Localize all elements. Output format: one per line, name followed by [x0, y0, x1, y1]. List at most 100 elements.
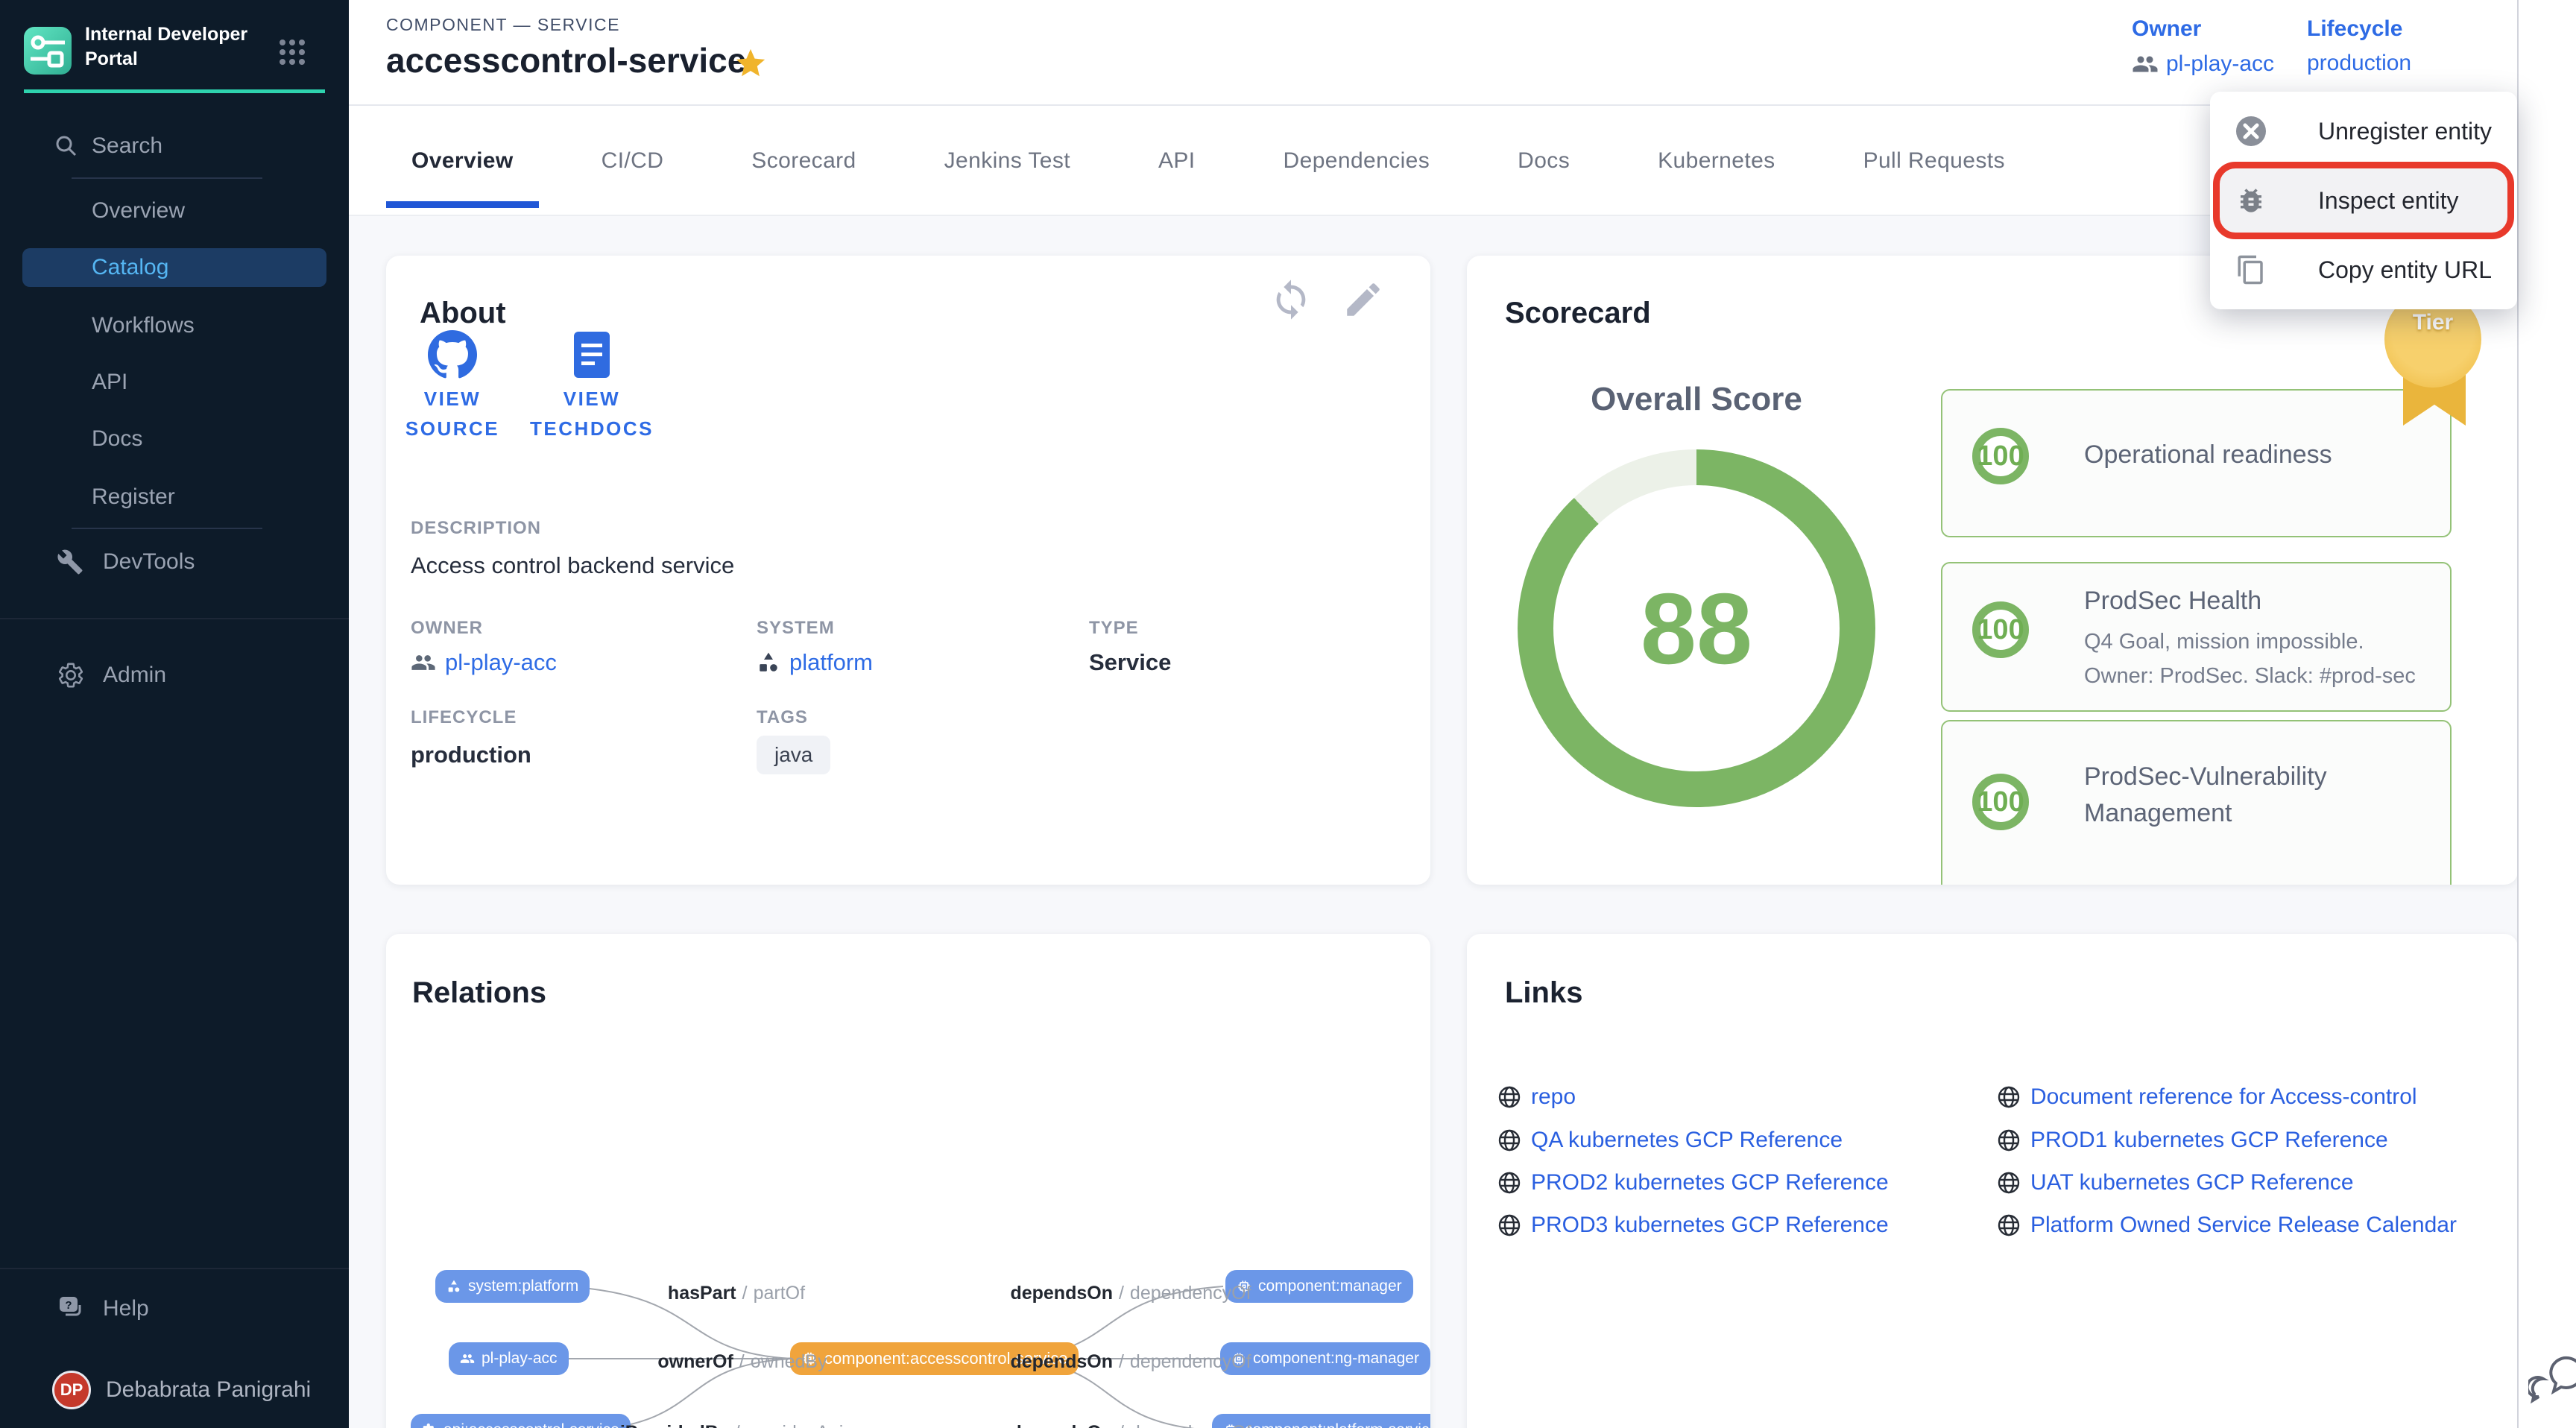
- lifecycle-field-label: LIFECYCLE: [411, 707, 517, 728]
- description-label: DESCRIPTION: [411, 518, 541, 539]
- sidebar-item-label: Search: [92, 133, 162, 159]
- favorite-star-icon[interactable]: [733, 46, 768, 84]
- tab-cicd[interactable]: CI/CD: [602, 148, 664, 174]
- tab-pull-requests[interactable]: Pull Requests: [1863, 148, 2005, 174]
- sidebar-section-divider: [0, 618, 349, 619]
- edit-pencil-icon[interactable]: [1342, 278, 1385, 325]
- sidebar-item-help[interactable]: ? Help: [0, 1288, 349, 1330]
- inspect-bug-icon: [2234, 185, 2268, 216]
- system-field-link[interactable]: platform: [757, 649, 873, 676]
- tab-jenkins-test[interactable]: Jenkins Test: [944, 148, 1070, 174]
- system-icon: [446, 1279, 461, 1294]
- scorecard-title: Scorecard: [1505, 297, 1651, 330]
- sidebar-accent-divider: [24, 89, 325, 93]
- badge-score-ring: 100: [1972, 601, 2029, 658]
- owner-link[interactable]: pl-play-acc: [2132, 51, 2274, 78]
- sidebar-item-api[interactable]: API: [0, 361, 349, 403]
- sidebar-divider: [72, 177, 262, 179]
- sidebar-item-overview[interactable]: Overview: [0, 190, 349, 232]
- badge-title: Operational readiness: [2084, 437, 2442, 473]
- user-avatar[interactable]: DP: [52, 1371, 91, 1409]
- globe-icon: [1996, 1084, 2021, 1110]
- link-release-calendar[interactable]: Platform Owned Service Release Calendar: [1996, 1213, 2457, 1238]
- globe-icon: [1996, 1128, 2021, 1153]
- copy-icon: [2234, 254, 2268, 285]
- sidebar-item-devtools[interactable]: DevTools: [0, 541, 349, 583]
- link-repo[interactable]: repo: [1497, 1084, 1576, 1110]
- badge-title: ProdSec-Vulnerability Management: [2084, 759, 2442, 832]
- tab-api[interactable]: API: [1158, 148, 1196, 174]
- menu-item-unregister-entity[interactable]: Unregister entity: [2210, 95, 2517, 167]
- refresh-icon[interactable]: [1269, 278, 1313, 325]
- system-icon: [757, 651, 780, 674]
- sidebar-section-divider: [0, 1268, 349, 1269]
- group-icon: [2132, 51, 2159, 78]
- badge-score-ring: 100: [1972, 774, 2029, 830]
- search-icon: [54, 133, 79, 159]
- chat-feedback-icon[interactable]: [2528, 1348, 2576, 1415]
- sidebar-item-docs[interactable]: Docs: [0, 418, 349, 460]
- type-field-label: TYPE: [1089, 618, 1139, 639]
- scorecard-badge: 100 ProdSec Health Q4 Goal, mission impo…: [1941, 562, 2452, 712]
- lifecycle-value: production: [2307, 51, 2411, 76]
- edge-label: ownerOf/ownedBy: [616, 1351, 869, 1373]
- tab-docs[interactable]: Docs: [1518, 148, 1570, 174]
- breadcrumb: COMPONENT — SERVICE: [386, 15, 620, 35]
- tab-scorecard[interactable]: Scorecard: [751, 148, 856, 174]
- view-techdocs-link[interactable]: VIEW TECHDOCS: [517, 384, 666, 443]
- type-field-value: Service: [1089, 649, 1171, 676]
- sidebar-item-search[interactable]: Search: [0, 125, 349, 167]
- edge-label: dependsOn/dependencyOf: [1004, 1283, 1257, 1304]
- menu-item-inspect-entity[interactable]: Inspect entity: [2217, 165, 2510, 236]
- wrench-icon: [57, 549, 83, 575]
- github-icon: [428, 330, 477, 383]
- tab-overview[interactable]: Overview: [411, 148, 514, 174]
- relation-node-pl-play-acc[interactable]: pl-play-acc: [449, 1342, 569, 1375]
- portal-logo-icon[interactable]: [24, 27, 72, 75]
- sidebar-item-catalog[interactable]: Catalog: [0, 247, 349, 288]
- app-window: Internal Developer Portal Search Overvie…: [0, 0, 2576, 1428]
- tag-chip[interactable]: java: [757, 736, 830, 774]
- lifecycle-label: Lifecycle: [2307, 16, 2402, 42]
- avatar-initials: DP: [60, 1380, 83, 1400]
- menu-item-copy-entity-url[interactable]: Copy entity URL: [2210, 234, 2517, 306]
- sidebar-item-register[interactable]: Register: [0, 476, 349, 518]
- view-source-link[interactable]: VIEW SOURCE: [393, 384, 512, 443]
- badge-score-ring: 100: [1972, 428, 2029, 484]
- gear-icon: [57, 661, 85, 689]
- relation-node-system-platform[interactable]: system:platform: [435, 1270, 590, 1303]
- sidebar: Internal Developer Portal Search Overvie…: [0, 0, 349, 1428]
- overall-score-value: 88: [1518, 449, 1875, 807]
- globe-icon: [1497, 1128, 1522, 1153]
- overview-content: About VIEW SOURCE VIEW TECHDOCS DE: [349, 216, 2576, 1428]
- about-title: About: [420, 297, 506, 330]
- sidebar-item-workflows[interactable]: Workflows: [0, 305, 349, 347]
- badge-subtitle: Q4 Goal, mission impossible. Owner: Prod…: [2084, 625, 2419, 693]
- link-qa-kubernetes[interactable]: QA kubernetes GCP Reference: [1497, 1128, 1843, 1153]
- scrollbar-gutter[interactable]: [2517, 0, 2576, 1428]
- group-icon: [460, 1351, 475, 1366]
- scorecard-badge: 100 ProdSec-Vulnerability Management: [1941, 720, 2452, 885]
- portal-title: Internal Developer Portal: [85, 22, 271, 72]
- link-doc-reference[interactable]: Document reference for Access-control: [1996, 1084, 2417, 1110]
- user-name[interactable]: Debabrata Panigrahi: [106, 1377, 311, 1403]
- link-prod2-kubernetes[interactable]: PROD2 kubernetes GCP Reference: [1497, 1170, 1889, 1195]
- overall-score-gauge: 88: [1518, 449, 1875, 807]
- page-title: accesscontrol-service: [386, 40, 746, 80]
- links-card: Links repo QA kubernetes GCP Reference P…: [1467, 934, 2518, 1428]
- link-prod1-kubernetes[interactable]: PROD1 kubernetes GCP Reference: [1996, 1128, 2388, 1153]
- links-title: Links: [1505, 976, 1582, 1010]
- owner-label: Owner: [2132, 16, 2201, 42]
- svg-text:?: ?: [65, 1299, 72, 1312]
- sidebar-divider: [72, 528, 262, 529]
- unregister-circle-x-icon: [2234, 115, 2268, 148]
- tab-dependencies[interactable]: Dependencies: [1284, 148, 1430, 174]
- apps-grid-icon[interactable]: [277, 37, 307, 71]
- owner-field-link[interactable]: pl-play-acc: [411, 649, 557, 676]
- sidebar-item-admin[interactable]: Admin: [0, 654, 349, 696]
- techdocs-icon: [572, 330, 611, 383]
- link-prod3-kubernetes[interactable]: PROD3 kubernetes GCP Reference: [1497, 1213, 1889, 1238]
- link-uat-kubernetes[interactable]: UAT kubernetes GCP Reference: [1996, 1170, 2354, 1195]
- tab-kubernetes[interactable]: Kubernetes: [1658, 148, 1775, 174]
- globe-icon: [1497, 1213, 1522, 1238]
